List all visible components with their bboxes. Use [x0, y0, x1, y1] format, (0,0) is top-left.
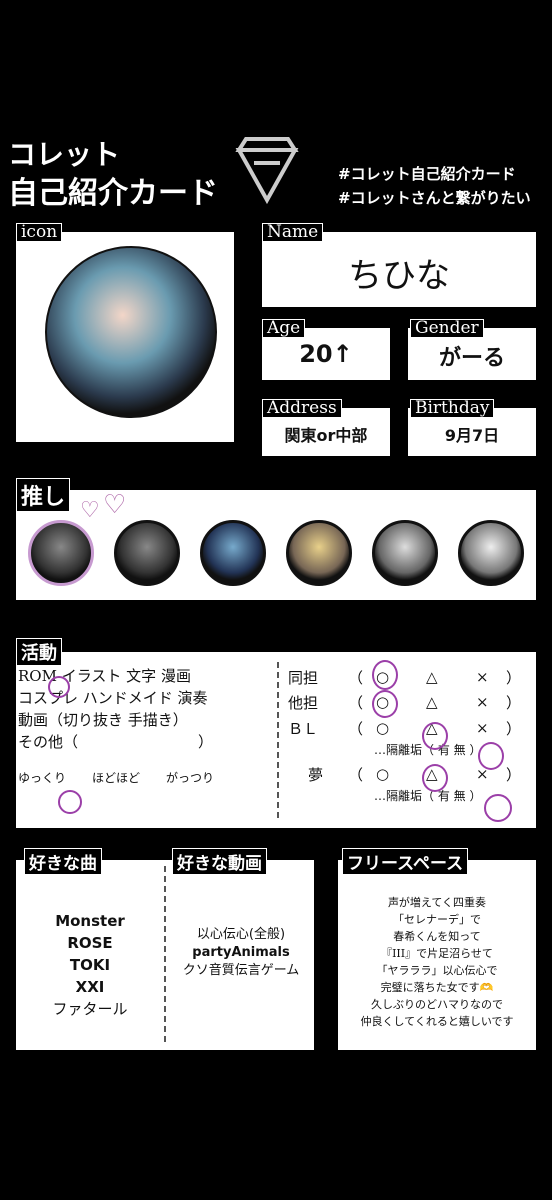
- oshi-avatar: [114, 520, 180, 586]
- mark-circle: ○: [376, 719, 390, 737]
- paren: ）: [506, 765, 522, 784]
- selection-circle: [422, 764, 448, 792]
- age-label: Age: [262, 319, 306, 337]
- selection-circle: [58, 790, 82, 814]
- selection-circle: [48, 676, 70, 698]
- favorites-divider: [164, 866, 166, 1042]
- freq-option: ゆっくり: [18, 771, 67, 785]
- song-item: TOKI: [69, 956, 111, 974]
- oshi-avatars: [18, 520, 534, 586]
- mark-circle: ○: [376, 765, 390, 783]
- paren: （: [348, 719, 364, 738]
- activity-row: 動画（切り抜き 手描き）: [18, 711, 188, 729]
- song-item: ROSE: [67, 934, 113, 952]
- paren: （: [348, 765, 364, 784]
- pref-label: ＢＬ: [288, 719, 319, 738]
- selection-circle: [484, 794, 512, 822]
- free-line: 春希くんを知って: [393, 930, 481, 943]
- hashtag-1: #コレット自己紹介カード: [338, 165, 516, 183]
- katsudo-divider: [277, 662, 279, 818]
- birthday-label: Birthday: [410, 399, 495, 417]
- pref-label: 同担: [288, 668, 319, 687]
- selection-circle: [478, 742, 504, 770]
- video-item: 以心伝心(全般): [196, 927, 286, 942]
- avatar: [45, 246, 217, 418]
- free-line: 「ヤラララ」以心伝心で: [376, 964, 498, 977]
- activity-row: その他（ ）: [18, 733, 214, 751]
- card-title-line2: 自己紹介カード: [8, 176, 218, 211]
- paren: ）: [506, 693, 522, 712]
- name-card: ちひな: [262, 232, 536, 307]
- mark-cross: ×: [476, 693, 489, 711]
- songs-label: 好きな曲: [24, 848, 102, 875]
- oshi-avatar: [200, 520, 266, 586]
- mark-cross: ×: [476, 668, 489, 686]
- song-item: Monster: [55, 912, 125, 930]
- collet-logo: [235, 137, 299, 205]
- name-label: Name: [262, 223, 324, 241]
- free-line: 久しぶりのどハマりなので: [371, 998, 503, 1011]
- free-line: 声が増えてく四重奏: [387, 896, 487, 909]
- oshi-avatar: [372, 520, 438, 586]
- address-label: Address: [262, 399, 342, 417]
- free-line: 『III』で片足沼らせて: [381, 947, 493, 960]
- pref-label: 夢: [308, 765, 324, 784]
- age-value: 20↑: [299, 340, 353, 368]
- oshi-label: 推し: [16, 478, 71, 512]
- free-space-label: フリースペース: [342, 848, 469, 875]
- mark-triangle: △: [426, 693, 438, 711]
- gender-value: がーる: [438, 346, 505, 371]
- name-value: ちひな: [348, 256, 450, 296]
- icon-label: icon: [16, 223, 63, 241]
- katsudo-preferences: 同担 （ ○ △ × ） 他担 （ ○ △ × ） ＢＬ （ ○ △ × ） ……: [288, 665, 528, 807]
- mark-triangle: △: [426, 668, 438, 686]
- birthday-value: 9月7日: [444, 426, 500, 445]
- free-line: 「セレナーデ」で: [393, 913, 481, 926]
- freq-option: ほどほど: [92, 771, 141, 785]
- paren: ）: [506, 668, 522, 687]
- free-line: 完璧に落ちた女です🫶: [380, 981, 494, 994]
- song-item: XXI: [75, 978, 105, 996]
- pref-row-dotan: 同担 （ ○ △ × ）: [288, 665, 528, 689]
- oshi-avatar: [28, 520, 94, 586]
- oshi-avatar: [286, 520, 352, 586]
- songs-list: Monster ROSE TOKI XXI ファタール: [18, 910, 162, 1020]
- katsudo-label: 活動: [16, 638, 62, 666]
- hashtag-2: #コレットさんと繋がりたい: [338, 189, 531, 207]
- videos-label: 好きな動画: [172, 848, 267, 875]
- frequency-row: ゆっくり ほどほど がっつり: [18, 767, 268, 789]
- pref-row-bl: ＢＬ （ ○ △ × ）: [288, 715, 528, 741]
- video-item: partyAnimals: [192, 945, 290, 960]
- freq-option: がっつり: [166, 771, 215, 785]
- heart-icon: ♡: [103, 490, 127, 520]
- card-title-line1: コレット: [8, 138, 121, 171]
- selection-circle: [372, 690, 398, 718]
- address-value: 関東or中部: [284, 426, 368, 445]
- oshi-avatar: [458, 520, 524, 586]
- pref-row-tatan: 他担 （ ○ △ × ）: [288, 689, 528, 715]
- pref-label: 他担: [288, 693, 319, 712]
- mark-cross: ×: [476, 719, 489, 737]
- video-item: クソ音質伝言ゲーム: [182, 963, 300, 978]
- selection-circle: [422, 722, 448, 750]
- selection-circle: [372, 660, 398, 690]
- videos-list: 以心伝心(全般) partyAnimals クソ音質伝言ゲーム: [168, 926, 314, 980]
- gender-label: Gender: [410, 319, 484, 337]
- free-line: 仲良くしてくれると嬉しいです: [360, 1015, 514, 1028]
- free-space-text: 声が増えてく四重奏 「セレナーデ」で 春希くんを知って 『III』で片足沼らせて…: [340, 894, 534, 1030]
- paren: ）: [506, 719, 522, 738]
- song-item: ファタール: [52, 1000, 128, 1018]
